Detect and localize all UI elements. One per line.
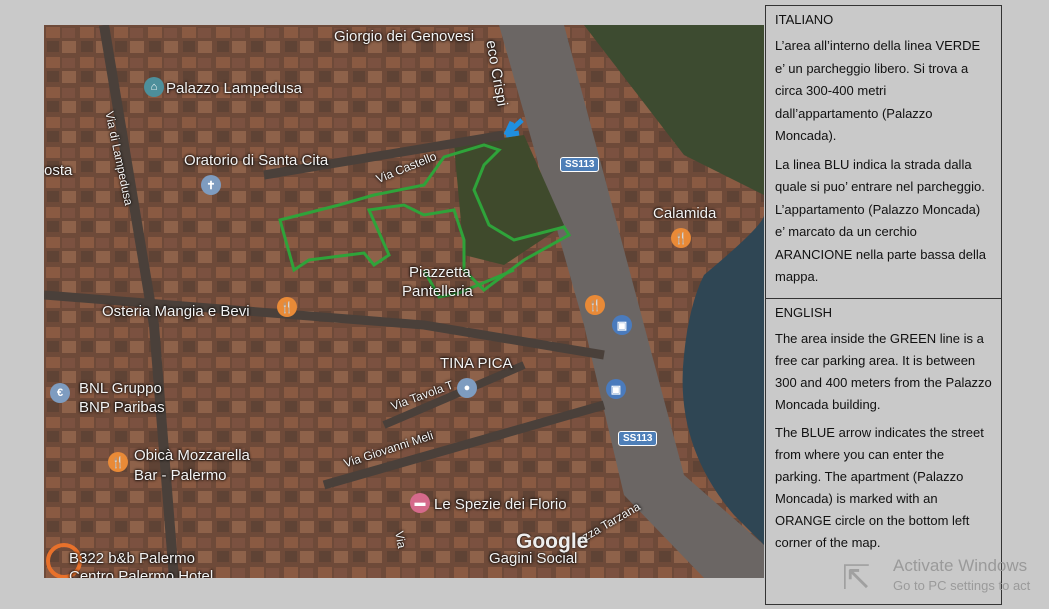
italian-section: ITALIANO L’area all’interno della linea …: [766, 6, 1001, 299]
english-paragraph-1: The area inside the GREEN line is a free…: [775, 331, 992, 412]
label-obica-2[interactable]: Bar - Palermo: [134, 467, 227, 484]
google-logo: Google: [516, 530, 589, 553]
english-paragraph-2: The BLUE arrow indicates the street from…: [775, 425, 984, 550]
label-centro-hotel[interactable]: Centro Palermo Hotel: [69, 568, 213, 578]
label-oratorio[interactable]: Oratorio di Santa Cita: [184, 152, 328, 169]
transit-icon[interactable]: ▣: [606, 379, 626, 399]
watermark-line-1: Activate Windows: [893, 556, 1028, 575]
watermark-line-2: Go to PC settings to act: [893, 578, 1031, 593]
bank-icon[interactable]: €: [50, 383, 70, 403]
activate-windows-watermark: Activate Windows Go to PC settings to ac…: [893, 556, 1030, 593]
church-icon[interactable]: ✝: [201, 175, 221, 195]
cursor-icon: ⇱: [842, 559, 871, 597]
label-palazzo-lampedusa[interactable]: Palazzo Lampedusa: [166, 80, 302, 97]
restaurant-icon[interactable]: 🍴: [585, 295, 605, 315]
label-genovesi: Giorgio dei Genovesi: [334, 28, 475, 45]
label-via-short: Via: [392, 530, 409, 550]
italian-paragraph-1: L’area all’interno della linea VERDE e’ …: [775, 38, 981, 143]
restaurant-icon[interactable]: 🍴: [277, 297, 297, 317]
route-shield-ss113-top: SS113: [560, 157, 600, 172]
label-bnl-1[interactable]: BNL Gruppo: [79, 380, 162, 397]
restaurant-icon[interactable]: 🍴: [671, 228, 691, 248]
map-image: Giorgio dei Genovesi eco Crispi ⌂ Palazz…: [44, 25, 764, 578]
english-section: ENGLISH The area inside the GREEN line i…: [766, 299, 1001, 554]
italian-paragraph-2: La linea BLU indica la strada dalla qual…: [775, 156, 986, 285]
english-title: ENGLISH: [775, 305, 833, 320]
label-calamida[interactable]: Calamida: [653, 205, 716, 222]
label-b322[interactable]: B322 b&b Palermo: [69, 550, 195, 567]
italian-title: ITALIANO: [775, 12, 834, 27]
label-piazzetta[interactable]: Piazzetta: [409, 264, 471, 281]
hotel-icon[interactable]: ▬: [410, 493, 430, 513]
label-spezie[interactable]: Le Spezie dei Florio: [434, 496, 567, 513]
label-pantelleria[interactable]: Pantelleria: [402, 283, 473, 300]
map-base: [44, 25, 764, 578]
transit-icon[interactable]: ▣: [612, 315, 632, 335]
route-shield-ss113-bottom: SS113: [618, 431, 658, 446]
label-osteria[interactable]: Osteria Mangia e Bevi: [102, 303, 250, 320]
label-costa: osta: [44, 162, 73, 179]
label-obica-1[interactable]: Obicà Mozzarella: [134, 447, 250, 464]
location-pin-icon[interactable]: ●: [457, 378, 477, 398]
instructions-table: ITALIANO L’area all’interno della linea …: [765, 5, 1002, 605]
label-bnl-2[interactable]: BNP Paribas: [79, 399, 165, 416]
label-tina-pica[interactable]: TINA PICA: [440, 355, 513, 372]
restaurant-icon[interactable]: 🍴: [108, 452, 128, 472]
museum-icon[interactable]: ⌂: [144, 77, 164, 97]
